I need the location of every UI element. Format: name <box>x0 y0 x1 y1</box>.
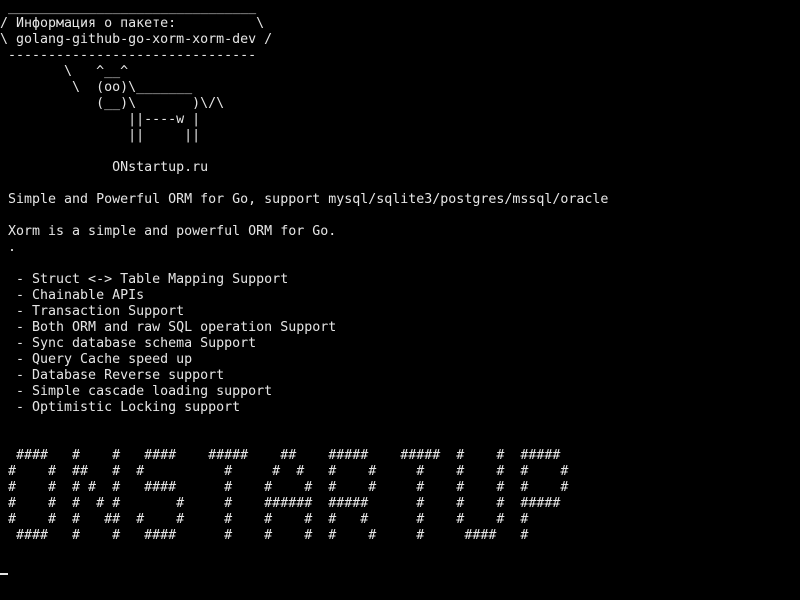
banner-ascii-line: # # # ## # # # # # # # # # # # <box>0 512 529 527</box>
cowsay-bubble-title: / Информация о пакете: \ <box>0 16 265 31</box>
feature-item: - Sync database schema Support <box>0 336 257 351</box>
text-cursor <box>0 573 8 575</box>
terminal-output: _______________________________ / Информа… <box>0 0 800 560</box>
feature-item: - Optimistic Locking support <box>0 400 241 415</box>
cow-ascii-line: \ (oo)\_______ <box>0 80 193 95</box>
cowsay-bubble-top: _______________________________ <box>0 0 257 15</box>
terminal-screen[interactable]: _______________________________ / Информа… <box>0 0 800 600</box>
description-dot: . <box>0 240 17 255</box>
package-description: Xorm is a simple and powerful ORM for Go… <box>0 224 337 239</box>
feature-item: - Struct <-> Table Mapping Support <box>0 272 289 287</box>
feature-item: - Chainable APIs <box>0 288 145 303</box>
site-label: ONstartup.ru <box>0 160 209 175</box>
banner-ascii-line: # # # # # #### # # # # # # # # # # <box>0 480 569 495</box>
banner-ascii-line: # # # # # # # ###### ##### # # # ##### <box>0 496 561 511</box>
cow-ascii-line: \ ^__^ <box>0 64 129 79</box>
cowsay-bubble-package: \ golang-github-go-xorm-xorm-dev / <box>0 32 273 47</box>
feature-item: - Simple cascade loading support <box>0 384 273 399</box>
feature-item: - Transaction Support <box>0 304 185 319</box>
feature-item: - Database Reverse support <box>0 368 225 383</box>
cow-ascii-line: (__)\ )\/\ <box>0 96 225 111</box>
banner-ascii-line: #### # # #### # # # # # # #### # <box>0 528 529 543</box>
cowsay-bubble-bottom: ------------------------------- <box>0 48 257 63</box>
cow-ascii-line: ||----w | <box>0 112 201 127</box>
cow-ascii-line: || || <box>0 128 201 143</box>
feature-item: - Both ORM and raw SQL operation Support <box>0 320 337 335</box>
banner-ascii-line: # # ## # # # # # # # # # # # # <box>0 464 569 479</box>
feature-item: - Query Cache speed up <box>0 352 193 367</box>
banner-ascii-line: #### # # #### ##### ## ##### ##### # # #… <box>0 448 561 463</box>
package-summary: Simple and Powerful ORM for Go, support … <box>0 192 609 207</box>
